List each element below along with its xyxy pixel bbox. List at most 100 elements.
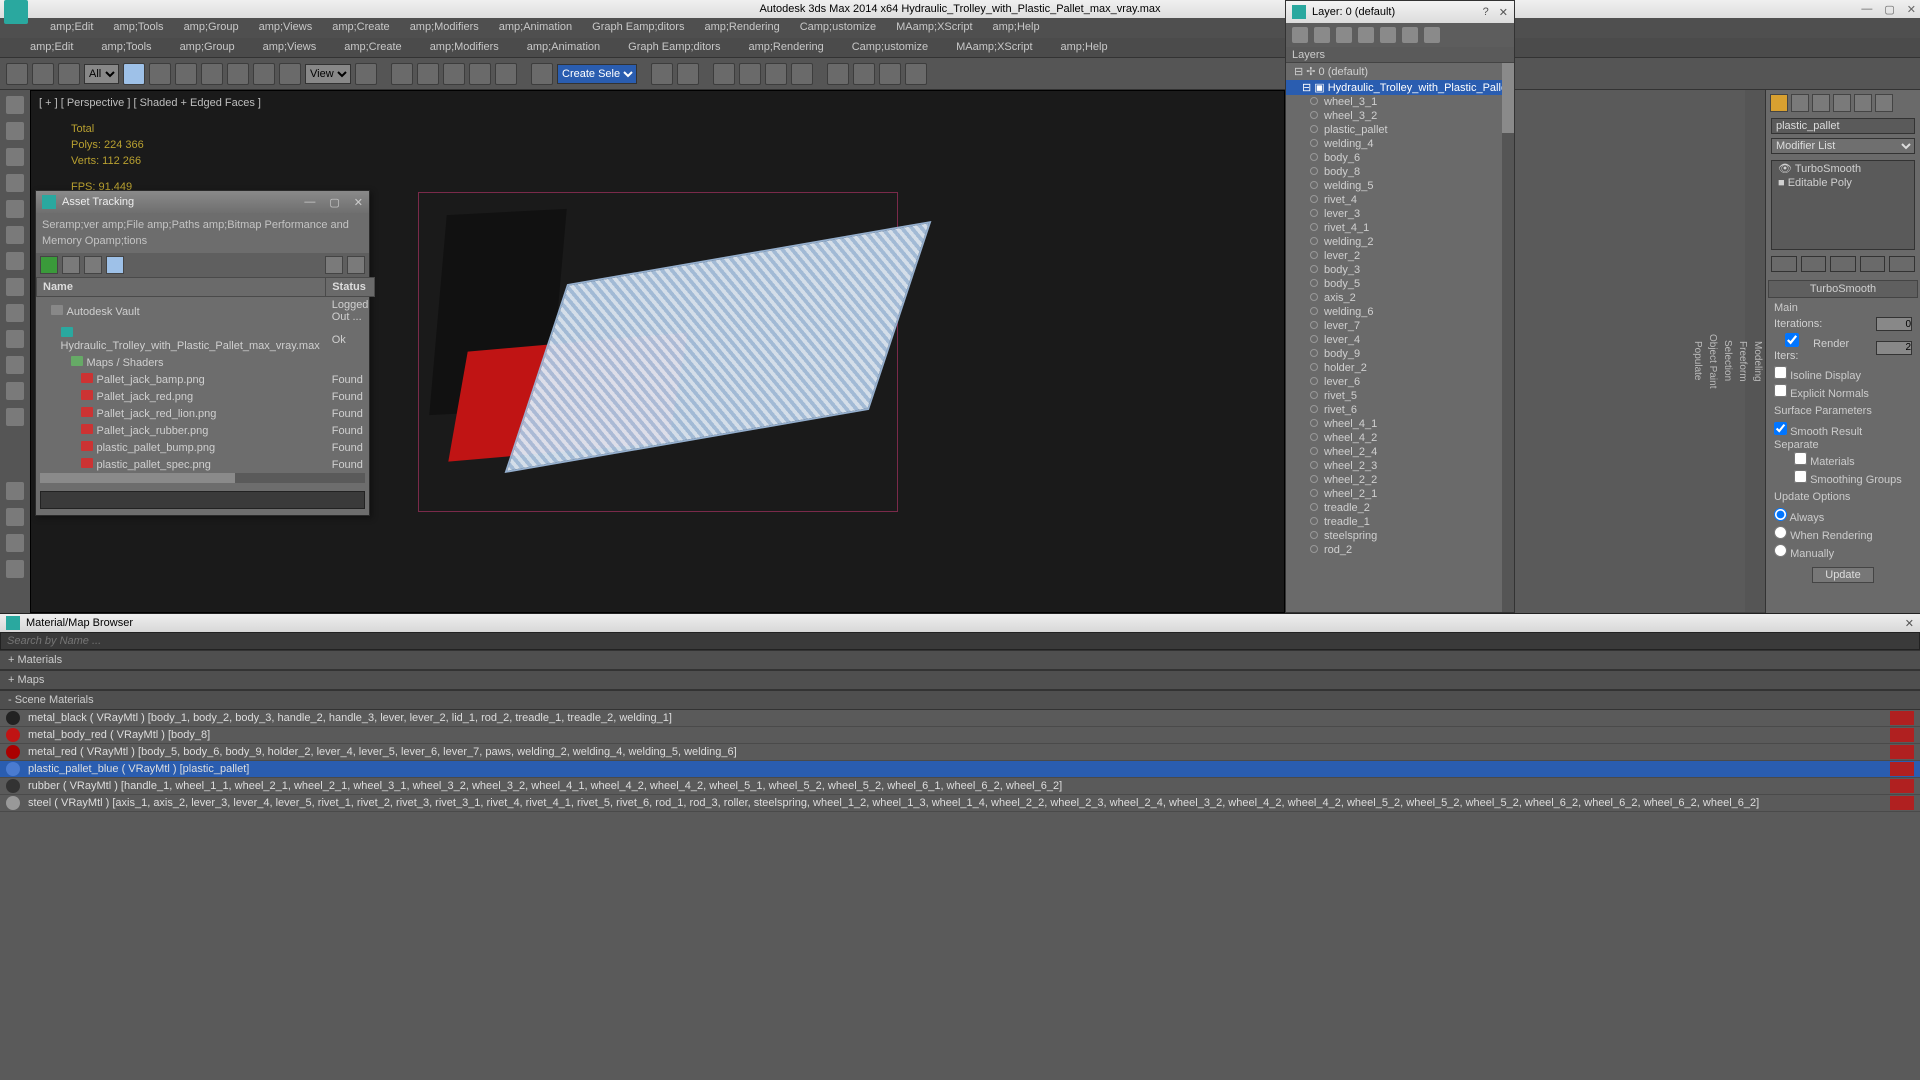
cp-create-icon[interactable]	[1770, 94, 1788, 112]
ls-btn-4[interactable]	[6, 174, 24, 192]
cp-utilities-icon[interactable]	[1875, 94, 1893, 112]
ls-btn-5[interactable]	[6, 200, 24, 218]
ls-btn-9[interactable]	[6, 304, 24, 322]
layer-item[interactable]: treadle_1	[1286, 515, 1502, 529]
cp-display-icon[interactable]	[1854, 94, 1872, 112]
ls-btn-10[interactable]	[6, 330, 24, 348]
radio-manually[interactable]: Manually	[1774, 543, 1912, 561]
stack-show[interactable]	[1801, 256, 1827, 272]
asset-row[interactable]: plastic_pallet_bump.pngFound	[37, 439, 375, 456]
layer-item[interactable]: wheel_2_2	[1286, 473, 1502, 487]
selection-filter[interactable]: All	[84, 64, 119, 84]
menu-amprendering[interactable]: amp;Rendering	[694, 18, 789, 38]
menu2-amprendering[interactable]: amp;Rendering	[734, 38, 837, 57]
stack-remove[interactable]	[1860, 256, 1886, 272]
ribbon-vertical-tabs[interactable]: ModelingFreeformSelectionObject PaintPop…	[1745, 90, 1765, 613]
cp-hierarchy-icon[interactable]	[1812, 94, 1830, 112]
vtab-objectpaint[interactable]: Object Paint	[1705, 110, 1720, 613]
layer-close[interactable]: ✕	[1499, 6, 1508, 19]
ls-btn-1[interactable]	[6, 96, 24, 114]
layer-item[interactable]: wheel_4_2	[1286, 431, 1502, 445]
menu-campustomize[interactable]: Camp;ustomize	[790, 18, 886, 38]
menu-ampedit[interactable]: amp;Edit	[40, 18, 103, 38]
asset-col-name[interactable]: Name	[37, 278, 326, 297]
material-row[interactable]: plastic_pallet_blue ( VRayMtl ) [plastic…	[0, 761, 1920, 778]
layer-item[interactable]: welding_5	[1286, 179, 1502, 193]
material-row[interactable]: steel ( VRayMtl ) [axis_1, axis_2, lever…	[0, 795, 1920, 812]
check-smooth-result[interactable]: Smooth Result	[1774, 421, 1912, 439]
layer-root[interactable]: ⊟ ✢ 0 (default)	[1286, 63, 1502, 80]
layer-item[interactable]: welding_6	[1286, 305, 1502, 319]
layer-freeze[interactable]	[1424, 27, 1440, 43]
ls-btn-2[interactable]	[6, 122, 24, 140]
check-sep-sg[interactable]: Smoothing Groups	[1774, 469, 1912, 487]
tool-render-prod[interactable]	[879, 63, 901, 85]
layer-item[interactable]: body_3	[1286, 263, 1502, 277]
close-button[interactable]: ✕	[1907, 3, 1916, 16]
tool-move[interactable]	[227, 63, 249, 85]
layer-item[interactable]: holder_2	[1286, 361, 1502, 375]
sect-maps[interactable]: + Maps	[0, 670, 1920, 690]
tool-render[interactable]	[853, 63, 875, 85]
layer-item[interactable]: rivet_4_1	[1286, 221, 1502, 235]
asset-row[interactable]: Pallet_jack_red.pngFound	[37, 388, 375, 405]
asset-col-status[interactable]: Status	[326, 278, 375, 297]
layer-item[interactable]: rivet_6	[1286, 403, 1502, 417]
sect-materials[interactable]: + Materials	[0, 650, 1920, 670]
asset-row[interactable]: Maps / Shaders	[37, 354, 375, 371]
tool-schematic[interactable]	[739, 63, 761, 85]
check-render-iters[interactable]: Render Iters:	[1774, 333, 1876, 362]
ls-btn-6[interactable]	[6, 226, 24, 244]
tool-edit-named[interactable]	[495, 63, 517, 85]
matbrowser-close[interactable]: ✕	[1905, 617, 1914, 630]
asset-tb-3[interactable]	[84, 256, 102, 274]
asset-tb-help[interactable]	[325, 256, 343, 274]
asset-tb-refresh[interactable]	[40, 256, 58, 274]
asset-close[interactable]: ✕	[354, 196, 363, 209]
tool-select-name[interactable]	[149, 63, 171, 85]
material-row[interactable]: metal_body_red ( VRayMtl ) [body_8]	[0, 727, 1920, 744]
asset-row[interactable]: Pallet_jack_rubber.pngFound	[37, 422, 375, 439]
menu-ampanimation[interactable]: amp;Animation	[489, 18, 582, 38]
layer-group-selected[interactable]: ⊟ ▣ Hydraulic_Trolley_with_Plastic_Palle…	[1286, 80, 1502, 95]
menu2-ampmodifiers[interactable]: amp;Modifiers	[416, 38, 513, 57]
check-isoline[interactable]: Isoline Display	[1774, 365, 1912, 383]
spinner-render-iters[interactable]	[1876, 341, 1912, 355]
asset-row[interactable]: Hydraulic_Trolley_with_Plastic_Pallet_ma…	[37, 325, 375, 354]
menu-ampgroup[interactable]: amp;Group	[174, 18, 249, 38]
material-row[interactable]: rubber ( VRayMtl ) [handle_1, wheel_1_1,…	[0, 778, 1920, 795]
asset-row[interactable]: Pallet_jack_red_lion.pngFound	[37, 405, 375, 422]
menu2-campustomize[interactable]: Camp;ustomize	[838, 38, 942, 57]
stack-pin[interactable]	[1771, 256, 1797, 272]
asset-hscroll[interactable]	[40, 473, 365, 483]
tool-undo[interactable]	[6, 63, 28, 85]
spinner-iterations[interactable]	[1876, 317, 1912, 331]
tool-angle-snap[interactable]	[417, 63, 439, 85]
menu-ampmodifiers[interactable]: amp;Modifiers	[400, 18, 489, 38]
tool-window[interactable]	[201, 63, 223, 85]
matbrowser-search-input[interactable]	[1, 633, 1919, 649]
ls-btn-3[interactable]	[6, 148, 24, 166]
asset-min[interactable]: —	[304, 196, 315, 209]
asset-prompt[interactable]	[40, 491, 365, 509]
menu-ampcreate[interactable]: amp;Create	[322, 18, 399, 38]
menu2-amphelp[interactable]: amp;Help	[1047, 38, 1122, 57]
stack-turbosmooth[interactable]: 👁 TurboSmooth	[1772, 161, 1914, 176]
ls-btn-13[interactable]	[6, 408, 24, 426]
ls-btn-14[interactable]	[6, 482, 24, 500]
tool-curve-editor[interactable]	[713, 63, 735, 85]
menu2-amptools[interactable]: amp;Tools	[87, 38, 165, 57]
ls-btn-12[interactable]	[6, 382, 24, 400]
layer-item[interactable]: body_8	[1286, 165, 1502, 179]
matbrowser-titlebar[interactable]: Material/Map Browser ✕	[0, 614, 1920, 632]
asset-tb-opts[interactable]	[347, 256, 365, 274]
layer-hide[interactable]	[1402, 27, 1418, 43]
layer-item[interactable]: body_5	[1286, 277, 1502, 291]
asset-tb-2[interactable]	[62, 256, 80, 274]
asset-tb-4[interactable]	[106, 256, 124, 274]
tool-percent-snap[interactable]	[443, 63, 465, 85]
menu-ampviews[interactable]: amp;Views	[249, 18, 323, 38]
layer-item[interactable]: plastic_pallet	[1286, 123, 1502, 137]
tool-align[interactable]	[651, 63, 673, 85]
tool-render-frame[interactable]	[827, 63, 849, 85]
